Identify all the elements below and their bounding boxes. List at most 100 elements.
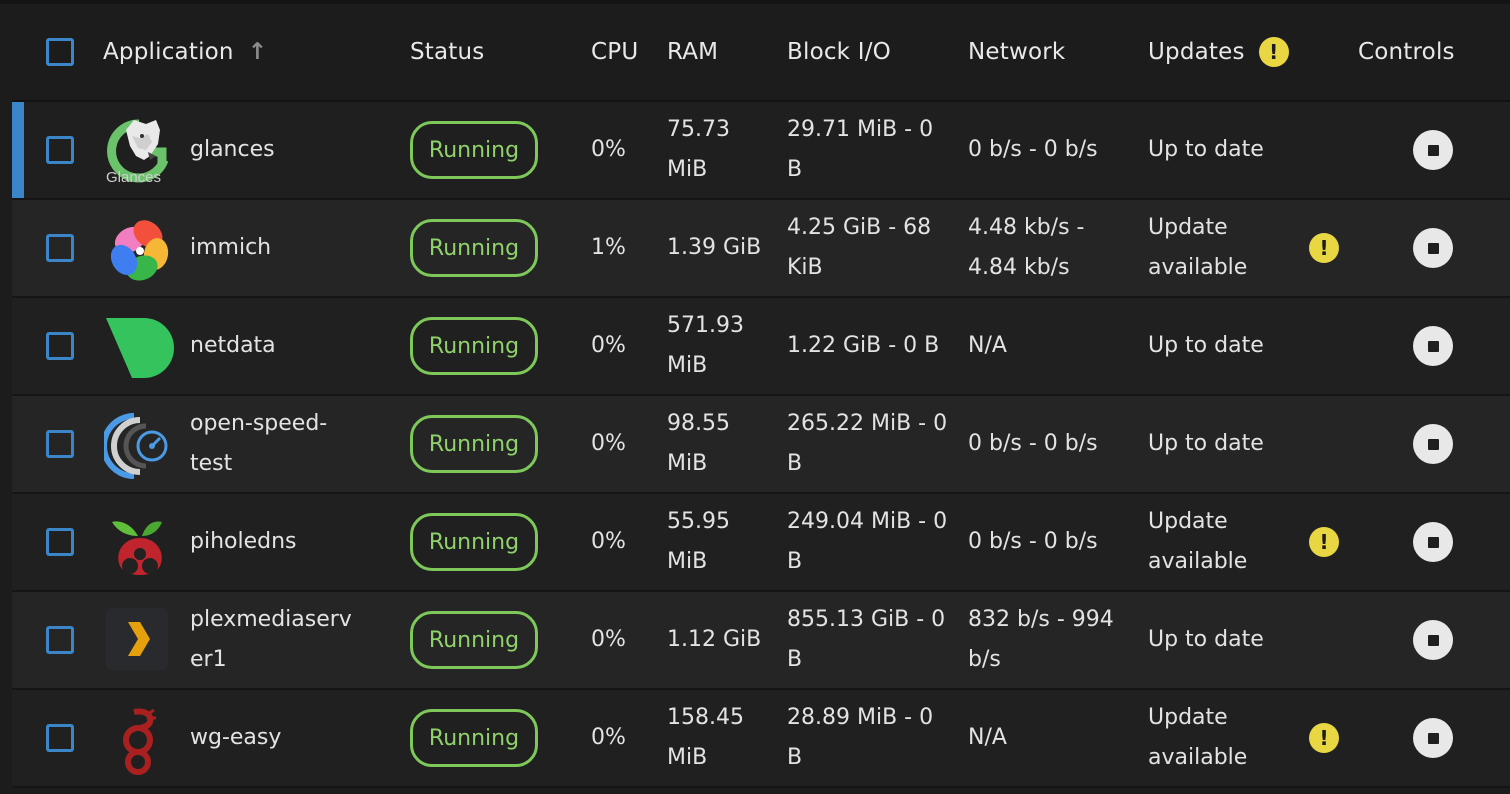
status-badge: Running xyxy=(410,415,538,473)
header-application: Application xyxy=(103,39,234,65)
header-ram: RAM xyxy=(667,39,719,65)
update-warning-icon[interactable]: ! xyxy=(1309,527,1339,557)
app-name-cell[interactable]: glances xyxy=(190,102,275,198)
header-cpu: CPU xyxy=(591,39,639,65)
update-status: Up to date xyxy=(1148,137,1264,162)
sort-application-header[interactable]: Application ↑ xyxy=(103,32,267,72)
app-name-cell[interactable]: piholedns xyxy=(190,494,297,590)
block-io-value: 4.25 GiB - 68 xyxy=(787,215,932,240)
app-name-cell[interactable]: wg-easy xyxy=(190,690,281,786)
block-io-value-cont: KiB xyxy=(787,255,823,280)
table-row[interactable]: piholedns Running 0% 55.95 MiB 249.04 MiB… xyxy=(12,494,1510,592)
row-checkbox[interactable] xyxy=(46,332,74,360)
network-value: 4.48 kb/s - xyxy=(968,215,1085,240)
row-checkbox[interactable] xyxy=(46,626,74,654)
update-status: Up to date xyxy=(1148,627,1264,652)
glances-icon: Glances xyxy=(104,116,174,184)
ram-value: 158.45 xyxy=(667,705,744,730)
selection-indicator xyxy=(12,102,24,198)
network-value: 832 b/s - 994 xyxy=(968,607,1114,632)
ram-value-cont: MiB xyxy=(667,549,708,574)
stop-button[interactable] xyxy=(1413,326,1453,366)
network-value: 0 b/s - 0 b/s xyxy=(968,137,1098,162)
stop-button[interactable] xyxy=(1413,130,1453,170)
glances-logo-caption: Glances xyxy=(106,170,162,184)
pihole-icon xyxy=(104,508,174,576)
status-badge: Running xyxy=(410,219,538,277)
block-io-value-cont: B xyxy=(787,549,803,574)
app-name-cell[interactable]: open-speed- test xyxy=(190,396,327,492)
ram-value-cont: MiB xyxy=(667,745,708,770)
network-value-cont: 4.84 kb/s xyxy=(968,255,1070,280)
cpu-value: 0% xyxy=(591,431,626,456)
stop-icon xyxy=(1427,634,1439,646)
block-io-value: 855.13 GiB - 0 xyxy=(787,607,946,632)
app-name-cell[interactable]: plexmediaserv er1 xyxy=(190,592,352,688)
status-badge: Running xyxy=(410,121,538,179)
wireguard-icon xyxy=(104,704,174,775)
network-value-cont: b/s xyxy=(968,647,1001,672)
table-row[interactable]: plexmediaserv er1 Running 0% 1.12 GiB 855… xyxy=(12,592,1510,690)
table-row[interactable]: immich Running 1% 1.39 GiB 4.25 GiB - 68 … xyxy=(12,200,1510,298)
stop-button[interactable] xyxy=(1413,228,1453,268)
app-name: immich xyxy=(190,235,272,260)
block-io-value-cont: B xyxy=(787,647,803,672)
stop-button[interactable] xyxy=(1413,718,1453,758)
row-checkbox[interactable] xyxy=(46,430,74,458)
app-name: netdata xyxy=(190,333,276,358)
block-io-value-cont: B xyxy=(787,157,803,182)
header-status: Status xyxy=(410,39,485,65)
ram-value: 55.95 xyxy=(667,509,730,534)
app-name: plexmediaserv xyxy=(190,607,352,632)
app-name-cell[interactable]: netdata xyxy=(190,298,276,394)
app-name: piholedns xyxy=(190,529,297,554)
stop-button[interactable] xyxy=(1413,620,1453,660)
update-status: Update xyxy=(1148,509,1228,534)
update-status-cont: available xyxy=(1148,255,1248,280)
ram-value: 98.55 xyxy=(667,411,730,436)
table-row[interactable]: open-speed- test Running 0% 98.55 MiB 265… xyxy=(12,396,1510,494)
row-checkbox[interactable] xyxy=(46,234,74,262)
block-io-value: 249.04 MiB - 0 xyxy=(787,509,948,534)
cpu-value: 0% xyxy=(591,627,626,652)
stop-icon xyxy=(1427,144,1439,156)
ram-value: 75.73 xyxy=(667,117,730,142)
update-warning-icon[interactable]: ! xyxy=(1309,233,1339,263)
apps-table: Application ↑ Status CPU RAM Block I/O N… xyxy=(12,4,1510,794)
stop-button[interactable] xyxy=(1413,522,1453,562)
ram-value-cont: MiB xyxy=(667,451,708,476)
header-network: Network xyxy=(968,39,1066,65)
network-value: 0 b/s - 0 b/s xyxy=(968,529,1098,554)
block-io-value-cont: B xyxy=(787,451,803,476)
select-all-checkbox[interactable] xyxy=(46,38,74,66)
stop-icon xyxy=(1427,438,1439,450)
status-badge: Running xyxy=(410,611,538,669)
cpu-value: 1% xyxy=(591,235,626,260)
update-status-cont: available xyxy=(1148,745,1248,770)
ram-value: 1.12 GiB xyxy=(667,627,762,652)
network-value: N/A xyxy=(968,725,1007,750)
plex-icon xyxy=(104,606,174,674)
stop-button[interactable] xyxy=(1413,424,1453,464)
update-status-cont: available xyxy=(1148,549,1248,574)
table-row[interactable]: Glances glances Running 0% 75.73 MiB 29.7… xyxy=(12,102,1510,200)
row-checkbox[interactable] xyxy=(46,528,74,556)
app-name-cell[interactable]: immich xyxy=(190,200,271,296)
update-status: Up to date xyxy=(1148,333,1264,358)
table-row[interactable]: netdata Running 0% 571.93 MiB 1.22 GiB - … xyxy=(12,298,1510,396)
update-status: Update xyxy=(1148,215,1228,240)
row-checkbox[interactable] xyxy=(46,724,74,752)
update-warning-icon[interactable]: ! xyxy=(1309,723,1339,753)
row-checkbox[interactable] xyxy=(46,136,74,164)
ram-value: 1.39 GiB xyxy=(667,235,762,260)
update-status: Update xyxy=(1148,705,1228,730)
network-value: 0 b/s - 0 b/s xyxy=(968,431,1098,456)
block-io-value: 265.22 MiB - 0 xyxy=(787,411,948,436)
stop-icon xyxy=(1427,340,1439,352)
network-value: N/A xyxy=(968,333,1007,358)
block-io-value: 1.22 GiB - 0 B xyxy=(787,333,940,358)
ram-value: 571.93 xyxy=(667,313,744,338)
table-row[interactable]: wg-easy Running 0% 158.45 MiB 28.89 MiB -… xyxy=(12,690,1510,788)
sort-ascending-icon: ↑ xyxy=(247,39,268,65)
updates-warning-icon: ! xyxy=(1258,37,1289,67)
